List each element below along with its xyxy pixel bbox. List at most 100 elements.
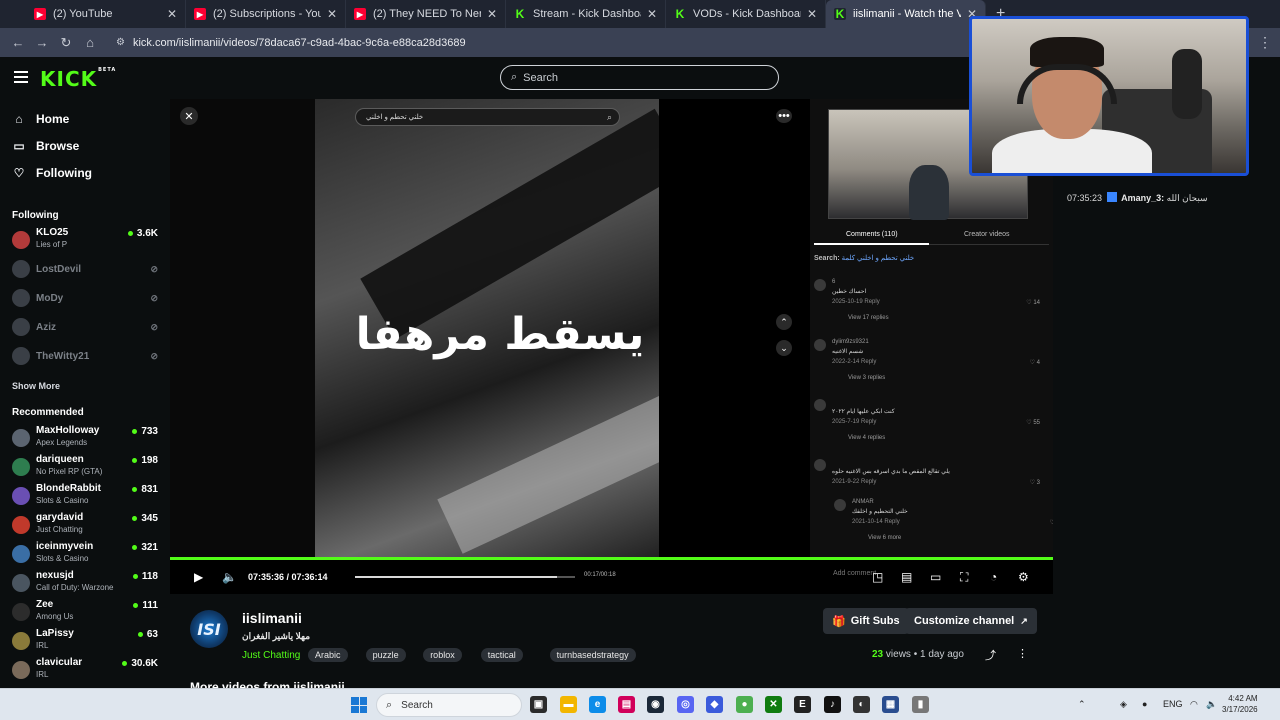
show-more-link[interactable]: Show More — [12, 381, 60, 391]
viewer-count: 321 — [132, 542, 158, 553]
viewer-count: 733 — [132, 426, 158, 437]
url-field[interactable]: ⚙ kick.com/iislimanii/videos/78daca67-c9… — [116, 37, 466, 49]
pip-icon[interactable]: ◳ — [872, 570, 883, 584]
network-icon[interactable]: ◈ — [1120, 699, 1127, 710]
speed-icon[interactable]: ◔ — [990, 570, 997, 584]
tag-chip[interactable]: roblox — [423, 648, 462, 662]
search-input[interactable]: ⌕ Search — [500, 65, 779, 90]
sidebar-item-following-channel[interactable]: KLO25 Lies of P 3.6K — [12, 227, 162, 255]
sidebar-item-following-channel[interactable]: LostDevil ⊘ — [12, 256, 162, 284]
sidebar-item-following-channel[interactable]: Aziz ⊘ — [12, 314, 162, 342]
steam-icon[interactable]: ◉ — [647, 696, 664, 713]
browser-tab[interactable]: K Stream - Kick Dashboard ✕ — [506, 0, 666, 28]
browser-tab[interactable]: ▶ (2) YouTube ✕ — [26, 0, 186, 28]
windows-start-icon[interactable] — [351, 697, 367, 713]
settings-gear-icon[interactable]: ⚙ — [1018, 570, 1029, 584]
gift-subs-button[interactable]: 🎁 Gift Subs — [823, 608, 909, 634]
volume-icon[interactable]: 🔈 — [222, 570, 237, 584]
sidebar-item-recommended-channel[interactable]: MaxHolloway Apex Legends 733 — [12, 425, 162, 453]
discord-icon[interactable]: ◎ — [677, 696, 694, 713]
file-explorer-icon[interactable]: ▬ — [560, 696, 577, 713]
site-info-icon[interactable]: ⚙ — [116, 37, 125, 48]
task-view-icon[interactable]: ▣ — [530, 696, 547, 713]
media-icon[interactable]: ▦ — [882, 696, 899, 713]
xbox-icon[interactable]: ✕ — [765, 696, 782, 713]
mic-icon[interactable]: ● — [1142, 699, 1147, 709]
close-icon[interactable]: ✕ — [487, 7, 497, 21]
sidebar-item-recommended-channel[interactable]: iceinmyvein Slots & Casino 321 — [12, 541, 162, 569]
avatar — [12, 260, 30, 278]
language-indicator[interactable]: ENG — [1163, 699, 1183, 709]
avatar — [814, 339, 826, 351]
search-icon: ⌕ — [606, 112, 612, 122]
chrome-icon[interactable]: ● — [736, 696, 753, 713]
tab-title: iislimanii - Watch the VOD — [853, 8, 961, 20]
close-icon[interactable]: ✕ — [327, 7, 337, 21]
chevron-up-icon[interactable]: ⌃ — [1078, 699, 1086, 710]
video-player[interactable]: خلني تحطم و اخلني ⌕ يسقط مرهفا ✕ ••• ⌃ ⌄… — [170, 99, 1060, 594]
browser-tab[interactable]: ▶ (2) They NEED To Nerf Cell - Yo ✕ — [346, 0, 506, 28]
viewer-count: 118 — [132, 571, 158, 582]
browser-tab[interactable]: ▶ (2) Subscriptions - YouTube ✕ — [186, 0, 346, 28]
channel-avatar[interactable]: ISI — [190, 610, 228, 648]
chat-username[interactable]: Amany_3: — [1121, 193, 1164, 203]
play-icon[interactable]: ▶ — [194, 570, 203, 584]
tiktok-icon[interactable]: ♪ — [824, 696, 841, 713]
fullscreen-icon[interactable]: ⛶ — [960, 570, 968, 585]
share-icon[interactable]: ⤴ — [985, 647, 996, 663]
obs-icon[interactable]: ◐ — [853, 696, 870, 713]
channel-name[interactable]: iislimanii — [242, 610, 302, 626]
kick-logo[interactable]: KICKBETA — [40, 67, 116, 91]
sidebar-item-following-channel[interactable]: MoDy ⊘ — [12, 285, 162, 313]
customize-channel-button[interactable]: Customize channel ↗ — [905, 608, 1037, 634]
tab-title: (2) Subscriptions - YouTube — [213, 8, 321, 20]
close-icon[interactable]: ✕ — [807, 7, 817, 21]
browser-tab-active[interactable]: K iislimanii - Watch the VOD ✕ — [826, 0, 986, 28]
forward-icon[interactable]: → — [30, 35, 54, 50]
taskbar-search[interactable]: ⌕ Search — [376, 693, 522, 717]
epic-games-icon[interactable]: E — [794, 696, 811, 713]
browser-tab[interactable]: K VODs - Kick Dashboard ✕ — [666, 0, 826, 28]
sidebar-item-browse[interactable]: ▭ Browse — [12, 139, 79, 153]
sidebar-item-recommended-channel[interactable]: Zee Among Us 111 — [12, 599, 162, 627]
sidebar-item-recommended-channel[interactable]: garydavid Just Chatting 345 — [12, 512, 162, 540]
sidebar: ⌂ Home ▭ Browse ♡ Following Following KLO25… — [0, 99, 170, 688]
sidebar-item-recommended-channel[interactable]: nexusjd Call of Duty: Warzone 118 — [12, 570, 162, 598]
close-icon[interactable]: ✕ — [167, 7, 177, 21]
close-icon[interactable]: ✕ — [647, 7, 657, 21]
sidebar-item-recommended-channel[interactable]: clavicular IRL 30.6K — [12, 657, 162, 685]
viewer-count: 63 — [137, 629, 158, 640]
tag-chip[interactable]: puzzle — [365, 648, 406, 662]
miniplayer-icon[interactable]: ▭ — [930, 570, 941, 584]
back-icon[interactable]: ← — [6, 35, 30, 50]
sidebar-item-recommended-channel[interactable]: dariqueen No Pixel RP (GTA) 198 — [12, 454, 162, 482]
gift-icon: 🎁 — [832, 615, 846, 628]
sidebar-item-recommended-channel[interactable]: LaPissy IRL 63 — [12, 628, 162, 656]
sidebar-item-following-channel[interactable]: TheWitty21 ⊘ — [12, 343, 162, 371]
search-icon: ⌕ — [511, 71, 518, 83]
sidebar-item-following[interactable]: ♡ Following — [12, 166, 92, 180]
tag-chip[interactable]: turnbasedstrategy — [549, 648, 636, 662]
store-icon[interactable]: ▤ — [618, 696, 635, 713]
sidebar-item-recommended-channel[interactable]: BlondeRabbit Slots & Casino 831 — [12, 483, 162, 511]
tag-chip[interactable]: tactical — [480, 648, 523, 662]
channel-category: Lies of P — [36, 240, 68, 249]
home-icon[interactable]: ⌂ — [78, 35, 102, 50]
channel-category: IRL — [36, 670, 49, 679]
theater-icon[interactable]: ▤ — [901, 570, 912, 584]
app-icon[interactable]: ▮ — [912, 696, 929, 713]
more-options-icon[interactable]: ⋮ — [1017, 647, 1028, 660]
avatar — [12, 632, 30, 650]
channel-name: clavicular — [36, 657, 83, 668]
app-icon[interactable]: ◆ — [706, 696, 723, 713]
category-link[interactable]: Just Chatting — [242, 650, 300, 661]
menu-icon[interactable]: ⋮ — [1258, 34, 1272, 51]
reload-icon[interactable]: ↻ — [54, 35, 78, 51]
tag-chip[interactable]: Arabic — [308, 648, 348, 662]
wifi-icon[interactable]: ◠ — [1190, 699, 1198, 710]
hamburger-menu-icon[interactable] — [14, 71, 28, 83]
edge-icon[interactable]: e — [589, 696, 606, 713]
clock[interactable]: 4:42 AM 3/17/2026 — [1222, 693, 1258, 715]
speaker-icon[interactable]: 🔈 — [1206, 699, 1217, 710]
sidebar-item-home[interactable]: ⌂ Home — [12, 112, 69, 126]
